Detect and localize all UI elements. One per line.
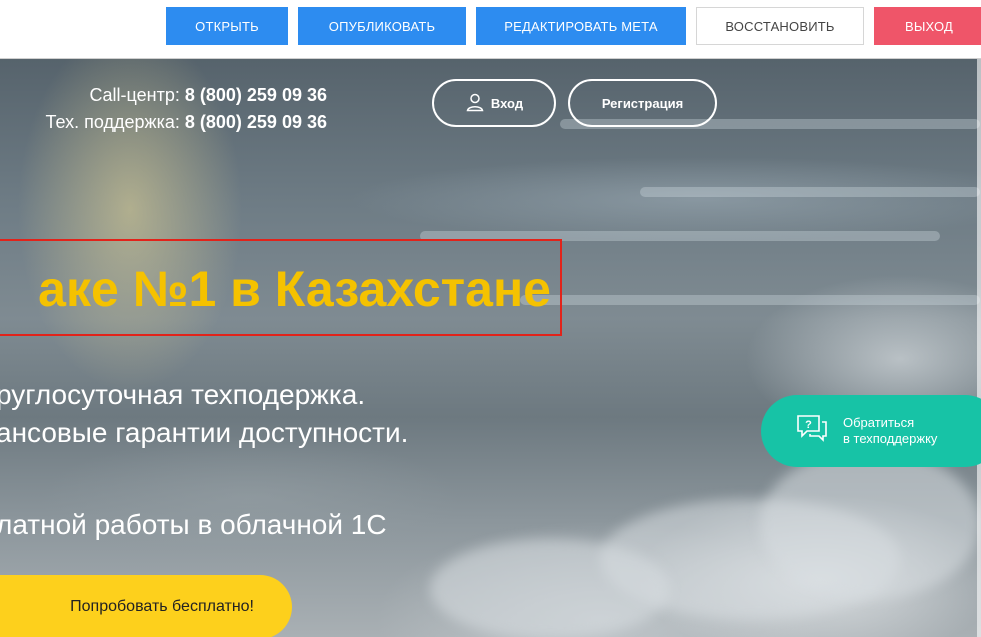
support-phone[interactable]: 8 (800) 259 09 36 — [185, 112, 327, 132]
support-row: Тех. поддержка: 8 (800) 259 09 36 — [46, 109, 327, 136]
login-label: Вход — [490, 95, 524, 111]
callcenter-row: Call-центр: 8 (800) 259 09 36 — [46, 82, 327, 109]
contact-info: Call-центр: 8 (800) 259 09 36 Тех. подде… — [46, 82, 327, 136]
open-button[interactable]: ОТКРЫТЬ — [166, 7, 288, 45]
hero-subline-1: руглосуточная техподержка. — [0, 379, 366, 410]
edit-meta-button[interactable]: РЕДАКТИРОВАТЬ МЕТА — [476, 7, 686, 45]
callcenter-phone[interactable]: 8 (800) 259 09 36 — [185, 85, 327, 105]
hero-subline-2: ансовые гарантии доступности. — [0, 417, 409, 448]
contact-support-button[interactable]: ? Обратиться в техподдержку — [761, 395, 981, 467]
register-button[interactable]: Регистрация — [568, 79, 717, 127]
chat-support-icon: ? — [795, 414, 829, 449]
publish-button[interactable]: ОПУБЛИКОВАТЬ — [298, 7, 466, 45]
sky-streak — [640, 187, 980, 197]
restore-button[interactable]: ВОССТАНОВИТЬ — [696, 7, 864, 45]
login-button[interactable]: Вход — [432, 79, 556, 127]
cloud-shape — [760, 449, 980, 599]
page-edge — [977, 59, 981, 637]
callcenter-label: Call-центр: — [89, 85, 180, 105]
support-label: Тех. поддержка: — [45, 112, 180, 132]
sky-streak — [520, 295, 980, 305]
hero-headline: аке №1 в Казахстане — [38, 261, 551, 317]
svg-text:?: ? — [805, 419, 812, 431]
hero-subline-3: латной работы в облачной 1С — [0, 509, 387, 540]
hero-section: Call-центр: 8 (800) 259 09 36 Тех. подде… — [0, 59, 981, 637]
cloud-shape — [430, 539, 670, 637]
logout-button[interactable]: ВЫХОД — [874, 7, 981, 45]
try-free-button[interactable]: Попробовать бесплатно! — [0, 575, 292, 637]
support-line-1: Обратиться — [843, 415, 915, 430]
admin-toolbar: ОТКРЫТЬ ОПУБЛИКОВАТЬ РЕДАКТИРОВАТЬ МЕТА … — [0, 0, 981, 59]
support-line-2: в техподдержку — [843, 431, 938, 446]
user-icon — [465, 92, 485, 115]
